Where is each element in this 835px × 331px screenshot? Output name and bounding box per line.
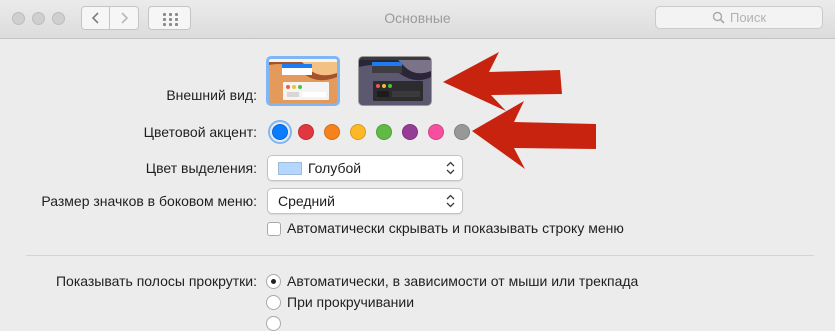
annotation-arrow-accent <box>472 101 596 169</box>
annotation-arrow-appearance <box>443 52 562 111</box>
annotation-arrows <box>443 52 596 169</box>
